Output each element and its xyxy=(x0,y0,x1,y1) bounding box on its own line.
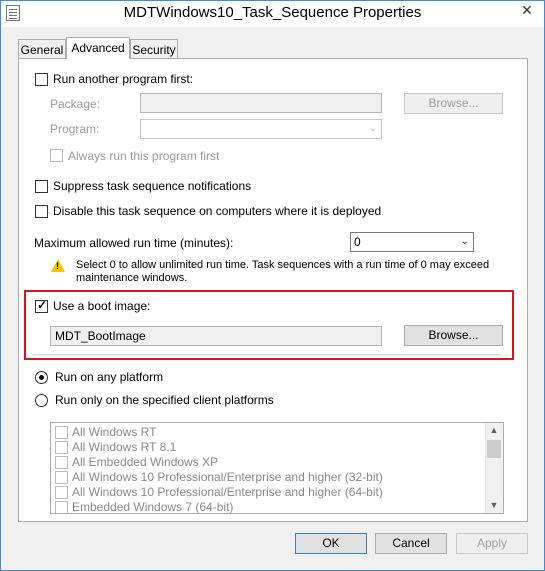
max-runtime-value: 0 xyxy=(354,235,361,249)
platform-checkbox[interactable] xyxy=(55,471,68,484)
max-runtime-label: Maximum allowed run time (minutes): xyxy=(34,236,234,250)
tab-general[interactable]: General xyxy=(18,39,66,59)
program-select[interactable]: ⌄ xyxy=(140,119,382,139)
chevron-down-icon: ⌄ xyxy=(368,123,377,134)
warning-text-line1: Select 0 to allow unlimited run time. Ta… xyxy=(76,259,490,271)
program-label: Program: xyxy=(50,122,100,136)
platform-checkbox[interactable] xyxy=(55,441,68,454)
properties-dialog: MDTWindows10_Task_Sequence Properties ✕ … xyxy=(0,0,545,571)
boot-image-field[interactable]: MDT_BootImage xyxy=(50,326,382,346)
suppress-notifications-checkbox[interactable] xyxy=(35,180,48,193)
scrollbar-thumb[interactable] xyxy=(487,440,501,458)
disable-sequence-label: Disable this task sequence on computers … xyxy=(53,204,382,218)
apply-button[interactable]: Apply xyxy=(456,533,528,554)
package-field[interactable] xyxy=(140,93,382,113)
run-any-platform-radio[interactable] xyxy=(35,371,48,384)
boot-image-browse-button[interactable]: Browse... xyxy=(404,325,503,346)
advanced-tab-panel: Run another program first: Package: Brow… xyxy=(18,58,528,522)
platform-list[interactable]: All Windows RT All Windows RT 8.1 All Em… xyxy=(50,422,504,514)
always-run-label: Always run this program first xyxy=(68,149,220,163)
run-another-program-checkbox[interactable] xyxy=(35,73,48,86)
run-another-program-label: Run another program first: xyxy=(53,72,194,86)
close-icon[interactable]: ✕ xyxy=(512,1,542,19)
disable-sequence-checkbox[interactable] xyxy=(35,205,48,218)
tab-advanced[interactable]: Advanced xyxy=(66,37,130,59)
list-scrollbar[interactable]: ▲ ▼ xyxy=(485,423,503,513)
platform-checkbox[interactable] xyxy=(55,426,68,439)
run-specified-platforms-radio[interactable] xyxy=(35,394,48,407)
use-boot-image-checkbox[interactable] xyxy=(35,298,48,313)
scroll-up-icon[interactable]: ▲ xyxy=(486,423,502,438)
package-label: Package: xyxy=(50,97,101,111)
run-any-platform-label: Run on any platform xyxy=(55,370,164,384)
platform-checkbox[interactable] xyxy=(55,486,68,499)
title-bar: MDTWindows10_Task_Sequence Properties ✕ xyxy=(1,1,544,27)
warning-icon: ! xyxy=(51,259,65,272)
cancel-button[interactable]: Cancel xyxy=(375,533,447,554)
platform-checkbox[interactable] xyxy=(55,456,68,469)
package-browse-button[interactable]: Browse... xyxy=(404,93,503,114)
chevron-down-icon: ⌄ xyxy=(460,236,469,247)
use-boot-image-label: Use a boot image: xyxy=(53,299,151,313)
max-runtime-select[interactable]: 0 ⌄ xyxy=(350,232,474,252)
window-title: MDTWindows10_Task_Sequence Properties xyxy=(123,4,422,21)
run-specified-platforms-label: Run only on the specified client platfor… xyxy=(55,393,274,407)
warning-text-line2: maintenance windows. xyxy=(76,272,188,284)
ok-button[interactable]: OK xyxy=(295,533,367,554)
tab-security[interactable]: Security xyxy=(130,39,178,59)
suppress-notifications-label: Suppress task sequence notifications xyxy=(53,179,252,193)
scroll-down-icon[interactable]: ▼ xyxy=(486,498,502,513)
always-run-checkbox[interactable] xyxy=(50,149,63,162)
divider xyxy=(33,354,501,355)
platform-checkbox[interactable] xyxy=(55,501,68,513)
